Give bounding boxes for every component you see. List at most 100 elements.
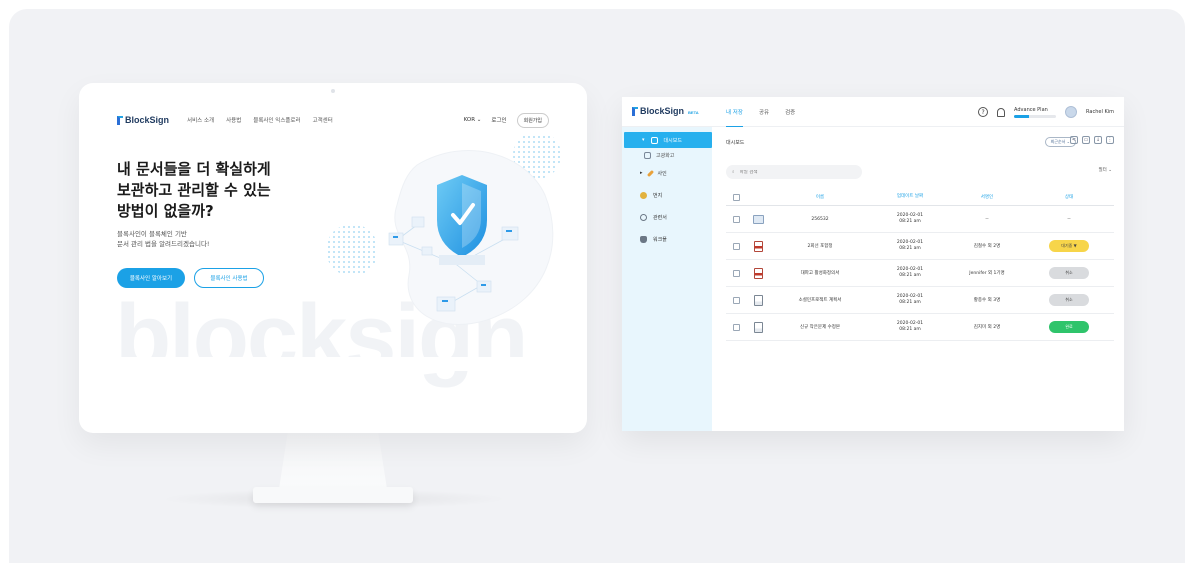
bell-icon[interactable] [997,107,1006,117]
sidebar-item-dashboard[interactable]: ▾ 대시보드 [624,132,712,148]
column-header-signer[interactable]: 서명인 [950,194,1024,200]
sidebar-item-workflow[interactable]: 워크플 [622,228,712,250]
chevron-down-icon: ⌄ [476,117,482,123]
learn-more-button[interactable]: 블록사인 알아보기 [117,268,185,288]
nav-explorer[interactable]: 블록사인 익스플로러 [253,116,300,124]
tab-my-storage[interactable]: 내 저장 [726,97,743,127]
language-label: KOR [463,117,476,123]
plan-usage-bar [1014,114,1057,118]
sidebar-subitem-label: 고광화고 [656,152,675,159]
header-right: ? Advance Plan Rachel Kim [978,97,1114,127]
filter-label: 필터 [1098,168,1107,173]
sidebar-item-settings[interactable]: 관련서 [622,206,712,228]
search-icon: ⌕ [732,170,735,175]
sort-label: 최근순서 [1050,139,1066,144]
column-header-status[interactable]: 상태 [1024,194,1114,200]
document-name[interactable]: 2회선 포함정 [770,243,870,249]
avatar[interactable] [1065,106,1078,118]
download-icon[interactable]: ↓ [1094,136,1102,144]
tab-shared[interactable]: 공유 [759,97,769,127]
sidebar-subitem-folder[interactable]: 고광화고 [622,148,712,162]
table-row[interactable]: 신규 작은문제 수정본 2020-02-01 08:21 am 김지미 외 2명… [726,314,1114,341]
plan-usage-fill [1014,114,1029,118]
status-badge[interactable]: 대기중 ▼ [1049,240,1089,252]
document-name[interactable]: 신규 작은문제 수정본 [770,324,870,330]
database-icon [640,235,647,243]
updated-date: 2020-02-01 08:21 am [896,294,924,305]
pdf-icon [753,267,763,279]
nav-how-to[interactable]: 사용법 [226,116,241,124]
sidebar-item-badge[interactable]: 번지 [622,184,712,206]
app-logo[interactable]: BlockSign BETA [632,106,699,116]
tab-verify[interactable]: 검증 [785,97,795,127]
select-all-checkbox[interactable] [732,193,740,201]
document-name[interactable]: 소셜민프로젝트 계획서 [770,297,870,303]
document-table: 이름 업데이트 날짜 서명인 상태 256532 2020-02-01 08:2… [726,189,1114,341]
row-checkbox[interactable] [732,242,740,250]
badge-icon [640,191,647,199]
blockchain-shield-illustration [326,135,561,325]
plan-indicator[interactable]: Advance Plan [1014,107,1057,118]
sidebar-item-label: 사인 [657,170,667,177]
signer: 김철수 외 2명 [973,244,1001,249]
row-checkbox[interactable] [732,215,740,223]
nav-service-intro[interactable]: 서비스 소개 [187,116,214,124]
sidebar: ▾ 대시보드 고광화고 ▸ 사인 번지 관련서 워크플 [622,127,712,431]
caret-right-icon: ▸ [640,170,643,176]
monitor-base [253,487,413,503]
sidebar-item-sign[interactable]: ▸ 사인 [622,162,712,184]
how-to-use-button[interactable]: 블록사인 사용법 [194,268,264,288]
logo-icon [117,115,123,125]
document-name[interactable]: 256532 [770,217,870,222]
updated-date: 2020-02-01 08:21 am [896,213,924,224]
chevron-down-icon: ⌄ [1108,168,1112,173]
signer: 김지미 외 2명 [973,325,1001,330]
signup-button[interactable]: 회원가입 [516,112,549,128]
nav-support[interactable]: 고객센터 [313,116,333,124]
table-row[interactable]: 2회선 포함정 2020-02-01 08:21 am 김철수 외 2명 대기중… [726,233,1114,260]
user-name[interactable]: Rachel Kim [1086,109,1114,115]
landing-logo-text: BlockSign [125,115,170,125]
table-row[interactable]: 대파고 활성화정의서 2020-02-01 08:21 am Jennifer … [726,260,1114,287]
language-select[interactable]: KOR ⌄ [464,117,482,123]
row-checkbox[interactable] [732,269,740,277]
login-link[interactable]: 로그인 [491,116,506,124]
updated-date: 2020-02-01 08:21 am [896,240,924,251]
row-checkbox[interactable] [732,296,740,304]
column-header-name[interactable]: 이름 [770,194,870,200]
help-icon[interactable]: ? [978,107,989,117]
page-title: 대시보드 [726,140,745,146]
landing-nav: BlockSign 서비스 소개 사용법 블록사인 익스플로러 고객센터 KOR… [117,112,549,128]
folder-icon [752,214,764,224]
table-row[interactable]: 256532 2020-02-01 08:21 am -- -- [726,206,1114,233]
column-header-updated[interactable]: 업데이트 날짜 [870,194,950,200]
beta-badge: BETA [688,109,699,115]
sidebar-item-label: 관련서 [653,214,667,221]
trash-icon[interactable]: ▭ [1082,136,1090,144]
landing-menu: 서비스 소개 사용법 블록사인 익스플로러 고객센터 [187,116,333,124]
more-icon[interactable]: ⋮ [1106,136,1114,144]
landing-logo[interactable]: BlockSign [117,115,169,125]
app-logo-text: BlockSign [640,106,685,116]
search-bar[interactable]: ⌕ [726,165,862,179]
hero-subtitle: 블록사인이 블록체인 기반 문서 관리 법을 알려드리겠습니다! [117,230,210,248]
folder-icon [644,151,651,159]
sidebar-item-label: 워크플 [653,236,667,243]
document-name[interactable]: 대파고 활성화정의서 [770,270,870,276]
app-window: BlockSign BETA 내 저장 공유 검증 ? Advance Plan… [622,97,1124,431]
filter-select[interactable]: 필터 ⌄ [1099,167,1113,173]
folder-icon [650,136,658,144]
share-icon[interactable]: < [1070,136,1078,144]
caret-down-icon: ▾ [642,137,645,143]
signer: Jennifer 외 1기명 [969,271,1005,276]
signer: 황종수 외 3명 [973,298,1001,303]
row-checkbox[interactable] [732,323,740,331]
app-header: BlockSign BETA 내 저장 공유 검증 ? Advance Plan… [622,97,1124,127]
monitor-frame: blocksign BlockSign 서비스 소개 사용법 블록사인 익스플로… [79,83,587,433]
landing-page: blocksign BlockSign 서비스 소개 사용법 블록사인 익스플로… [97,101,569,391]
watermark-cover [97,357,569,371]
updated-date: 2020-02-01 08:21 am [896,267,924,278]
search-input[interactable] [739,169,840,175]
table-row[interactable]: 소셜민프로젝트 계획서 2020-02-01 08:21 am 황종수 외 3명… [726,287,1114,314]
sidebar-item-label: 대시보드 [663,137,682,144]
